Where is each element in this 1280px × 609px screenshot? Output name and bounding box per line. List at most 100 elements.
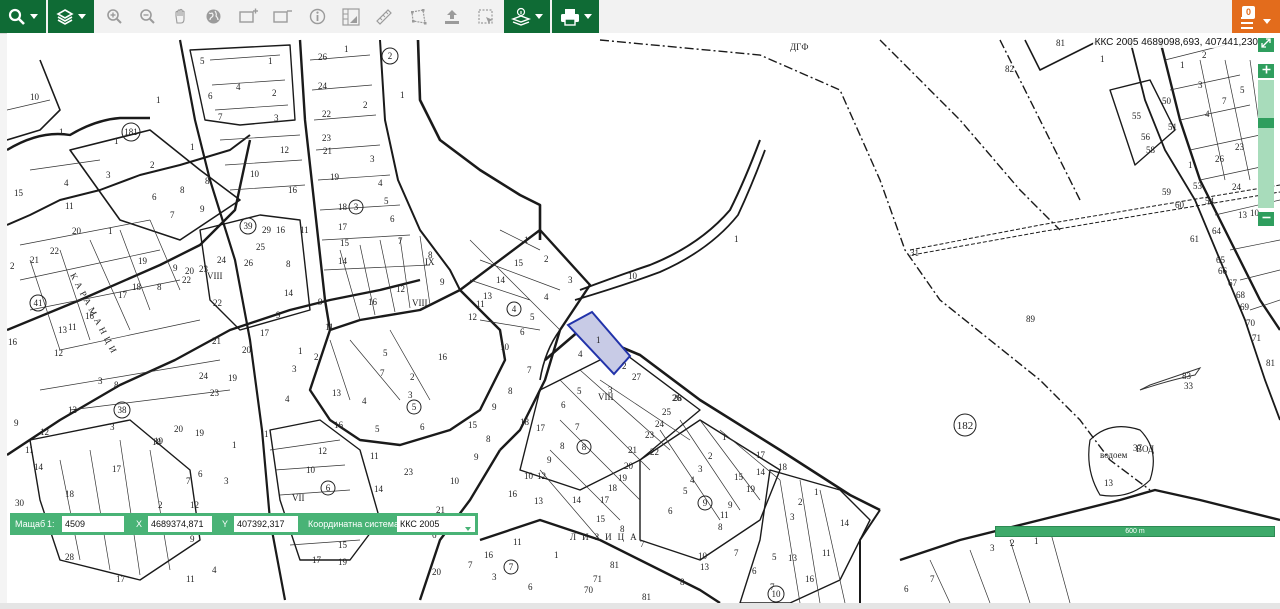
parcel-number: 13	[58, 325, 68, 335]
ruler-button[interactable]	[372, 0, 396, 33]
parcel-number: 16	[368, 297, 378, 307]
parcel-number: 1	[114, 136, 119, 146]
parcel-number: 7	[527, 365, 532, 375]
parcel-number: 2	[544, 254, 549, 264]
zoom-slider-track[interactable]	[1258, 80, 1274, 208]
parcel-number: 2	[158, 500, 163, 510]
parcel-number: 2	[272, 88, 277, 98]
scale-bar: 600 m	[995, 526, 1275, 537]
layers-button[interactable]	[48, 0, 94, 33]
parcel-number: 9	[173, 263, 178, 273]
zoom-in-control[interactable]	[1258, 64, 1274, 78]
parcel-number: 16	[805, 574, 815, 584]
fullscreen-button[interactable]	[1258, 38, 1274, 52]
parcel-number: 11	[370, 451, 379, 461]
parcel-number: 2	[622, 361, 627, 371]
parcel-number: 18	[132, 282, 142, 292]
parcel-number: 13	[788, 553, 798, 563]
parcel-number: 1	[264, 429, 269, 439]
parcel-number: 1	[596, 335, 601, 345]
search-icon	[8, 8, 25, 25]
parcel-number: 12	[537, 471, 546, 481]
parcel-number: 5	[383, 348, 388, 358]
parcel-number: 2	[10, 261, 15, 271]
parcel-number: 5	[683, 486, 688, 496]
parcel-number: 11	[476, 299, 485, 309]
parcel-number: 9	[547, 455, 552, 465]
parcel-number: 4	[578, 349, 583, 359]
parcel-number: 82	[1005, 64, 1014, 74]
parcel-number: 3	[274, 113, 279, 123]
road-label-lizitsa: ЛИЗИЦА	[570, 532, 643, 542]
parcel-number: 3	[292, 364, 297, 374]
parcel-number: 19	[154, 436, 164, 446]
parcel-number: 15	[340, 238, 350, 248]
parcel-number: 1	[268, 56, 273, 66]
parcel-number: 13	[332, 388, 342, 398]
parcel-number: 70	[584, 585, 594, 595]
y-coordinate-field[interactable]: 407392,317	[234, 516, 298, 532]
parcel-number: 11	[325, 322, 334, 332]
zoom-in-icon	[106, 9, 122, 24]
print-icon	[560, 8, 579, 26]
upload-button[interactable]	[440, 0, 464, 33]
zoom-in-button[interactable]	[102, 0, 126, 33]
zoom-out-icon	[139, 9, 155, 24]
parcel-number: 3	[98, 376, 103, 386]
zoom-slider[interactable]	[1258, 38, 1274, 234]
parcel-number: 20	[72, 226, 82, 236]
layer-info-button[interactable]	[504, 0, 550, 33]
parcel-number: 22	[182, 275, 191, 285]
parcel-number: 9	[728, 500, 733, 510]
parcel-number: 11	[720, 510, 729, 520]
zoom-out-button[interactable]	[135, 0, 159, 33]
add-rectangle-button[interactable]	[236, 0, 262, 33]
remove-rectangle-button[interactable]	[270, 0, 296, 33]
info-icon	[309, 8, 325, 25]
zoom-out-control[interactable]	[1258, 212, 1274, 226]
info-button[interactable]	[305, 0, 329, 33]
parcel-number: 1	[814, 487, 819, 497]
x-coordinate-field[interactable]: 4689374,871	[148, 516, 212, 532]
parcel-number: 8	[620, 524, 625, 534]
parcel-number: 1	[156, 95, 161, 105]
parcel-number: 61	[1190, 234, 1199, 244]
zoom-slider-handle[interactable]	[1258, 118, 1274, 128]
parcel-number: 12	[280, 145, 289, 155]
parcel-number: 4	[378, 178, 383, 188]
parcel-number: 18	[338, 202, 348, 212]
parcel-number: 7	[218, 112, 223, 122]
print-button[interactable]	[552, 0, 599, 33]
crs-select[interactable]: ККС 2005	[397, 516, 475, 532]
parcel-number: 3	[568, 275, 573, 285]
circled-label-41: 41	[34, 298, 43, 308]
pan-button[interactable]	[168, 0, 192, 33]
menu-button[interactable]: 0	[1232, 0, 1280, 33]
circled-label-181: 181	[124, 127, 138, 137]
area-label-vodoem: водоем	[1100, 450, 1128, 460]
parcel-number: 2	[314, 352, 319, 362]
globe-button[interactable]	[201, 0, 225, 33]
parcel-number: 9	[318, 297, 323, 307]
parcel-number: 81	[642, 592, 651, 602]
parcel-number: 15	[338, 540, 348, 550]
search-button[interactable]	[0, 0, 46, 33]
scale-input[interactable]: 4509	[62, 516, 124, 532]
measure-grid-button[interactable]	[339, 0, 363, 33]
parcel-number: 2	[708, 451, 713, 461]
parcel-number: 25	[256, 242, 266, 252]
parcel-number: 31	[910, 248, 919, 258]
parcel-number: 66	[1218, 266, 1228, 276]
parcel-number: 5	[772, 552, 777, 562]
parcel-number: 37	[1133, 443, 1143, 453]
parcel-number: 1	[722, 432, 727, 442]
parcel-number: 10	[628, 271, 638, 281]
parcel-number: 55	[1132, 111, 1142, 121]
parcel-number: 18	[65, 489, 75, 499]
select-area-button[interactable]	[474, 0, 498, 33]
parcel-number: 3	[408, 390, 413, 400]
polygon-measure-button[interactable]	[406, 0, 430, 33]
parcel-number: 15	[514, 258, 524, 268]
parcel-number: 5	[577, 386, 582, 396]
chevron-down-icon	[78, 14, 86, 19]
